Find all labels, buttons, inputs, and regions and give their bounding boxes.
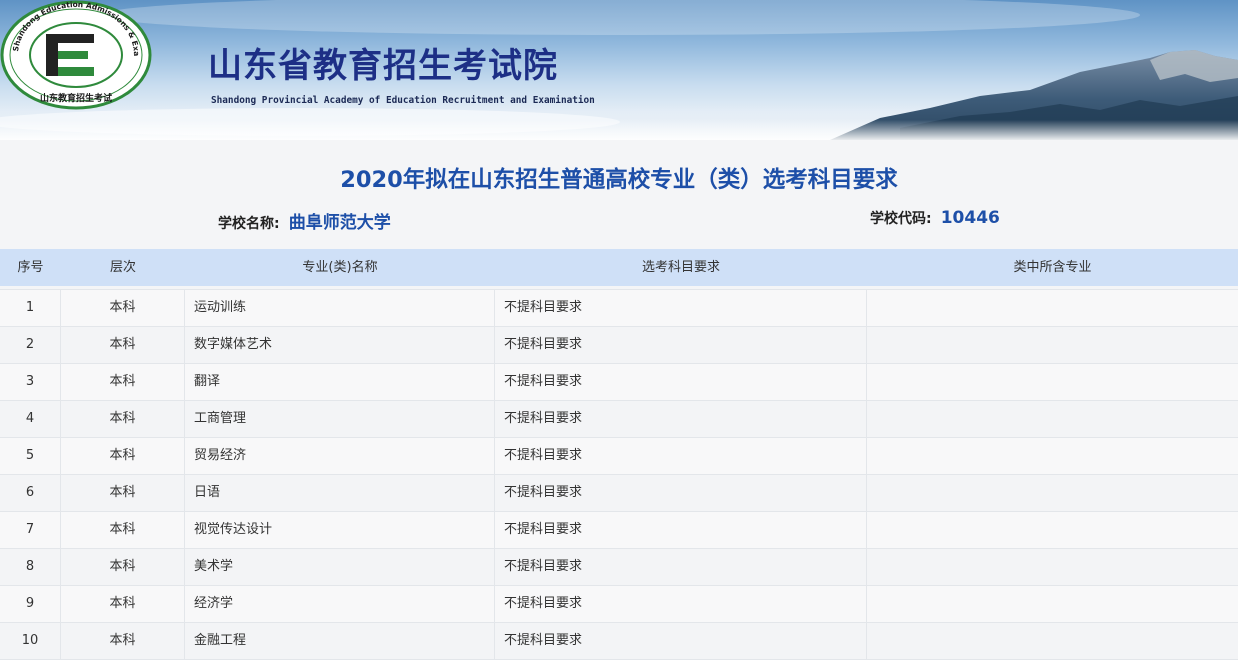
cell-major: 翻译 xyxy=(185,364,495,400)
cell-no: 1 xyxy=(0,290,61,326)
cell-no: 3 xyxy=(0,364,61,400)
cell-level: 本科 xyxy=(61,586,185,622)
header-level: 层次 xyxy=(109,260,136,275)
cell-requirement: 不提科目要求 xyxy=(495,549,867,585)
school-name-line: 学校名称: 曲阜师范大学 xyxy=(218,208,391,233)
cell-no: 9 xyxy=(0,586,61,622)
school-code-line: 学校代码: 10446 xyxy=(870,208,1000,228)
header-major: 专业(类)名称 xyxy=(302,260,378,275)
cell-requirement: 不提科目要求 xyxy=(495,475,867,511)
header-banner: Shandong Education Admissions & Examinat… xyxy=(0,0,1238,140)
cell-included-majors xyxy=(867,327,1238,363)
academy-title: 山东省教育招生考试院 xyxy=(208,46,558,86)
cell-requirement: 不提科目要求 xyxy=(495,401,867,437)
header-requirement: 选考科目要求 xyxy=(641,260,720,275)
cell-requirement: 不提科目要求 xyxy=(495,327,867,363)
cell-included-majors xyxy=(867,290,1238,326)
cell-level: 本科 xyxy=(61,475,185,511)
table-row: 3 本科 翻译 不提科目要求 xyxy=(0,364,1238,401)
cell-requirement: 不提科目要求 xyxy=(495,623,867,659)
cell-level: 本科 xyxy=(61,327,185,363)
mountain-scenery xyxy=(0,0,1238,140)
table-row: 6 本科 日语 不提科目要求 xyxy=(0,475,1238,512)
cell-included-majors xyxy=(867,475,1238,511)
cell-no: 5 xyxy=(0,438,61,474)
cell-requirement: 不提科目要求 xyxy=(495,364,867,400)
cell-included-majors xyxy=(867,438,1238,474)
cell-included-majors xyxy=(867,401,1238,437)
cell-requirement: 不提科目要求 xyxy=(495,438,867,474)
table-row: 4 本科 工商管理 不提科目要求 xyxy=(0,401,1238,438)
cell-level: 本科 xyxy=(61,438,185,474)
cell-no: 7 xyxy=(0,512,61,548)
academy-logo: Shandong Education Admissions & Examinat… xyxy=(0,0,152,110)
cell-major: 运动训练 xyxy=(185,290,495,326)
school-name-label: 学校名称: xyxy=(218,216,280,232)
cell-included-majors xyxy=(867,364,1238,400)
header-no: 序号 xyxy=(17,260,44,275)
cell-major: 美术学 xyxy=(185,549,495,585)
table-row: 9 本科 经济学 不提科目要求 xyxy=(0,586,1238,623)
school-code-value: 10446 xyxy=(940,208,1000,228)
cell-level: 本科 xyxy=(61,549,185,585)
cell-level: 本科 xyxy=(61,623,185,659)
cell-major: 贸易经济 xyxy=(185,438,495,474)
cell-no: 6 xyxy=(0,475,61,511)
cell-level: 本科 xyxy=(61,401,185,437)
table-header: 序号 层次 专业(类)名称 选考科目要求 类中所含专业 xyxy=(0,249,1238,286)
logo-cn-text: 山东教育招生考试 xyxy=(40,92,112,104)
table-row: 1 本科 运动训练 不提科目要求 xyxy=(0,290,1238,327)
cell-major: 数字媒体艺术 xyxy=(185,327,495,363)
cell-included-majors xyxy=(867,549,1238,585)
cell-level: 本科 xyxy=(61,512,185,548)
cell-major: 经济学 xyxy=(185,586,495,622)
cell-major: 视觉传达设计 xyxy=(185,512,495,548)
cell-major: 金融工程 xyxy=(185,623,495,659)
table-row: 10 本科 金融工程 不提科目要求 xyxy=(0,623,1238,660)
table-row: 8 本科 美术学 不提科目要求 xyxy=(0,549,1238,586)
cell-major: 工商管理 xyxy=(185,401,495,437)
table-row: 5 本科 贸易经济 不提科目要求 xyxy=(0,438,1238,475)
cell-no: 4 xyxy=(0,401,61,437)
cell-requirement: 不提科目要求 xyxy=(495,512,867,548)
page-title: 2020年拟在山东招生普通高校专业（类）选考科目要求 xyxy=(340,167,898,193)
cell-requirement: 不提科目要求 xyxy=(495,586,867,622)
school-code-label: 学校代码: xyxy=(870,211,932,227)
table-body: 1 本科 运动训练 不提科目要求 2 本科 数字媒体艺术 不提科目要求 3 本科… xyxy=(0,289,1238,660)
cell-requirement: 不提科目要求 xyxy=(495,290,867,326)
cell-major: 日语 xyxy=(185,475,495,511)
academy-subtitle: Shandong Provincial Academy of Education… xyxy=(211,95,595,106)
cell-no: 10 xyxy=(0,623,61,659)
cell-included-majors xyxy=(867,586,1238,622)
cell-no: 2 xyxy=(0,327,61,363)
school-name-value: 曲阜师范大学 xyxy=(288,213,391,233)
cell-included-majors xyxy=(867,623,1238,659)
cell-no: 8 xyxy=(0,549,61,585)
header-included-majors: 类中所含专业 xyxy=(1013,260,1092,275)
cell-level: 本科 xyxy=(61,290,185,326)
table-row: 7 本科 视觉传达设计 不提科目要求 xyxy=(0,512,1238,549)
cell-included-majors xyxy=(867,512,1238,548)
cell-level: 本科 xyxy=(61,364,185,400)
table-row: 2 本科 数字媒体艺术 不提科目要求 xyxy=(0,327,1238,364)
